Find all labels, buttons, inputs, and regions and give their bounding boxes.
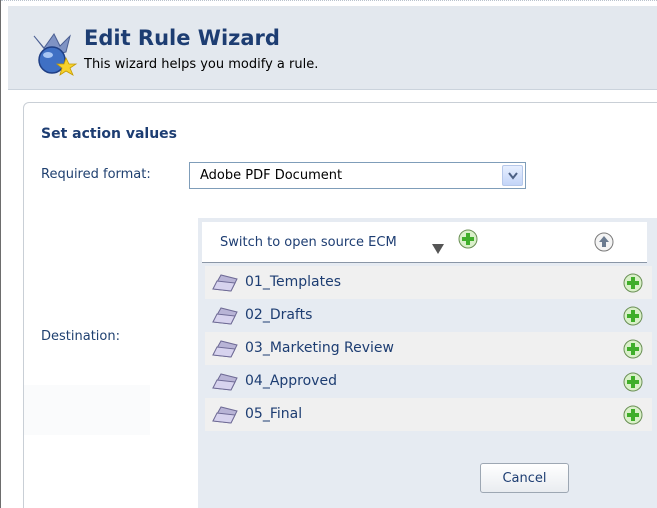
- folder-name[interactable]: 05_Final: [245, 406, 302, 422]
- folder-row[interactable]: 01_Templates: [205, 266, 652, 299]
- cancel-button[interactable]: Cancel: [480, 463, 569, 493]
- add-icon[interactable]: [458, 229, 478, 253]
- add-icon[interactable]: [623, 273, 643, 297]
- folder-name[interactable]: 03_Marketing Review: [245, 340, 394, 356]
- page-subtitle: This wizard helps you modify a rule.: [84, 57, 319, 72]
- wizard-header: Edit Rule Wizard This wizard helps you m…: [8, 6, 657, 90]
- folder-row[interactable]: 04_Approved: [205, 365, 652, 398]
- folder-icon: [211, 372, 239, 396]
- destination-label: Destination:: [41, 329, 120, 344]
- switch-repository-link[interactable]: Switch to open source ECM: [220, 235, 397, 250]
- add-icon[interactable]: [623, 372, 643, 396]
- background-strip: [24, 385, 150, 435]
- up-arrow-icon[interactable]: [594, 232, 614, 256]
- add-icon[interactable]: [623, 306, 643, 330]
- folder-icon: [211, 339, 239, 363]
- add-icon[interactable]: [623, 339, 643, 363]
- folder-name[interactable]: 02_Drafts: [245, 307, 312, 323]
- caret-down-icon[interactable]: [432, 239, 444, 254]
- page-title: Edit Rule Wizard: [84, 26, 280, 50]
- folder-icon: [211, 405, 239, 429]
- folder-name[interactable]: 01_Templates: [245, 274, 341, 290]
- required-format-value: Adobe PDF Document: [200, 168, 343, 183]
- folder-row[interactable]: 05_Final: [205, 398, 652, 431]
- folder-icon: [211, 273, 239, 297]
- add-icon[interactable]: [623, 405, 643, 429]
- required-format-label: Required format:: [41, 167, 151, 182]
- folder-row[interactable]: 02_Drafts: [205, 299, 652, 332]
- required-format-select[interactable]: Adobe PDF Document: [189, 162, 526, 189]
- folder-list: 01_Templates 02_Drafts 03_Marketing Revi…: [205, 266, 652, 431]
- folder-icon: [211, 306, 239, 330]
- chevron-down-icon[interactable]: [502, 165, 523, 186]
- folder-name[interactable]: 04_Approved: [245, 373, 337, 389]
- wizard-icon: [30, 30, 82, 78]
- section-title: Set action values: [41, 126, 178, 142]
- folder-row[interactable]: 03_Marketing Review: [205, 332, 652, 365]
